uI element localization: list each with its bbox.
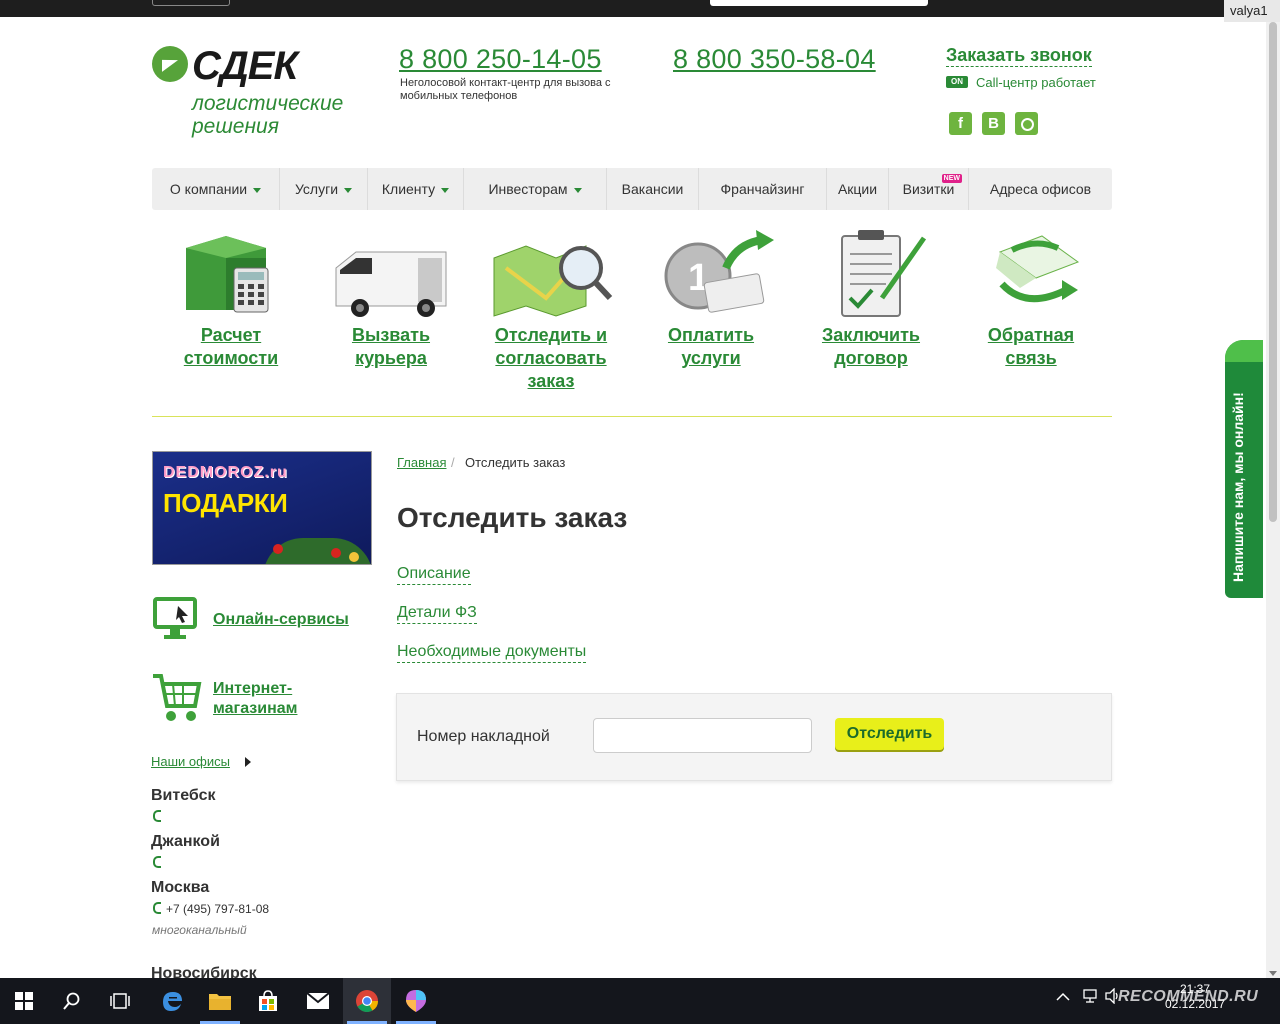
envelope-feedback-icon xyxy=(966,228,1096,318)
service-label[interactable]: Вызвать курьера xyxy=(316,324,466,370)
phone-note: Неголосовой контакт-центр для вызова с м… xyxy=(400,77,611,102)
search-icon[interactable] xyxy=(48,978,96,1024)
city-name: Джанкой xyxy=(151,833,220,850)
logo-brand: СДЕК xyxy=(192,44,298,88)
nav-item-franchise[interactable]: Франчайзинг xyxy=(699,168,827,210)
file-explorer-icon[interactable] xyxy=(196,978,244,1024)
van-icon xyxy=(326,228,456,318)
service-label[interactable]: Обратная связь xyxy=(956,324,1106,370)
banner-site: DEDMOROZ.ru xyxy=(163,464,288,481)
city-phone-note: многоканальный xyxy=(152,923,247,937)
phone-link-1[interactable]: 8 800 250-14-05 xyxy=(399,44,602,75)
service-label[interactable]: Расчет стоимости xyxy=(156,324,306,370)
section-divider xyxy=(152,416,1112,417)
monitor-icon xyxy=(152,596,198,647)
nav-item-cards[interactable]: Визитки NEW xyxy=(889,168,969,210)
service-track[interactable]: Отследить и согласовать заказ xyxy=(476,228,626,393)
instagram-icon[interactable] xyxy=(1015,112,1038,135)
phone-link-2[interactable]: 8 800 350-58-04 xyxy=(673,44,876,75)
mail-icon[interactable] xyxy=(294,978,342,1024)
calculator-box-icon xyxy=(166,228,296,318)
card-payment-icon: 1 xyxy=(646,228,776,318)
phone-icon xyxy=(153,902,161,914)
logo-mark-icon xyxy=(152,46,188,82)
page-title: Отследить заказ xyxy=(397,502,628,533)
nav-item-offices[interactable]: Адреса офисов xyxy=(969,168,1112,210)
service-contract[interactable]: Заключить договор xyxy=(796,228,946,370)
chat-tab-label: Напишите нам, мы онлайн! xyxy=(1230,392,1246,582)
service-calc[interactable]: Расчет стоимости xyxy=(156,228,306,370)
task-view-icon[interactable] xyxy=(96,978,144,1024)
new-badge: NEW xyxy=(941,174,962,183)
facebook-icon[interactable]: f xyxy=(949,112,972,135)
our-offices-link[interactable]: Наши офисы xyxy=(151,754,230,769)
description-link[interactable]: Описание xyxy=(397,564,471,585)
nav-item-client[interactable]: Клиенту xyxy=(368,168,464,210)
chevron-up-icon[interactable] xyxy=(1056,988,1070,1005)
nav-item-about[interactable]: О компании xyxy=(152,168,280,210)
banner-ornament xyxy=(331,548,341,558)
windows-start-icon[interactable] xyxy=(0,978,48,1024)
shopping-cart-icon xyxy=(151,672,203,729)
phone-icon xyxy=(153,810,161,822)
documents-link[interactable]: Необходимые документы xyxy=(397,642,587,663)
browser-tab[interactable] xyxy=(152,0,230,6)
breadcrumb-current: Отследить заказ xyxy=(465,455,566,470)
chat-tab-strip xyxy=(1225,340,1263,362)
service-feedback[interactable]: Обратная связь xyxy=(956,228,1106,370)
nav-item-investors[interactable]: Инвесторам xyxy=(464,168,607,210)
banner-title: ПОДАРКИ xyxy=(163,488,288,518)
service-courier[interactable]: Вызвать курьера xyxy=(316,228,466,370)
callback-link[interactable]: Заказать звонок xyxy=(946,45,1092,67)
banner-ornament xyxy=(349,552,359,562)
breadcrumb-home[interactable]: Главная xyxy=(397,455,446,470)
service-label[interactable]: Отследить и согласовать заказ xyxy=(476,324,626,393)
vk-icon[interactable]: B xyxy=(982,112,1005,135)
track-form: Номер накладной Отследить xyxy=(396,693,1112,781)
breadcrumb-separator: / xyxy=(451,455,455,470)
law-details-link[interactable]: Детали ФЗ xyxy=(397,603,477,624)
city-name: Витебск xyxy=(151,787,216,804)
service-label[interactable]: Оплатить услуги xyxy=(636,324,786,370)
clipboard-contract-icon xyxy=(806,228,936,318)
waybill-label: Номер накладной xyxy=(417,728,550,745)
track-button[interactable]: Отследить xyxy=(835,718,944,750)
map-magnifier-icon xyxy=(486,228,616,318)
city-name: Москва xyxy=(151,879,210,896)
browser-top-strip xyxy=(0,0,1280,17)
chat-tab[interactable]: Напишите нам, мы онлайн! xyxy=(1225,340,1263,598)
scroll-down-icon[interactable] xyxy=(1269,971,1277,976)
nav-item-vacancies[interactable]: Вакансии xyxy=(607,168,699,210)
nav-item-services[interactable]: Услуги xyxy=(280,168,368,210)
caret-down-icon xyxy=(573,187,582,193)
cdek-logo[interactable]: СДЕК логистические решения xyxy=(152,44,352,144)
service-label[interactable]: Заключить договор xyxy=(796,324,946,370)
caret-down-icon xyxy=(441,187,450,193)
paint-3d-icon[interactable] xyxy=(392,978,440,1024)
store-icon[interactable] xyxy=(244,978,292,1024)
system-clock[interactable]: 21:37 02.12.2017 xyxy=(1165,982,1225,1012)
online-services-link[interactable]: Онлайн-сервисы xyxy=(213,610,349,630)
logo-tagline: логистические решения xyxy=(192,92,344,138)
main-nav: О компании Услуги Клиенту Инвесторам Вак… xyxy=(152,168,1112,210)
on-badge: ON xyxy=(946,76,968,88)
browser-user-label[interactable]: valya1 xyxy=(1224,0,1280,22)
scrollbar-thumb[interactable] xyxy=(1269,22,1277,522)
callcenter-status: Call-центр работает xyxy=(976,75,1096,90)
phone-icon xyxy=(153,856,161,868)
arrow-right-icon[interactable] xyxy=(245,757,251,767)
service-pay[interactable]: 1 Оплатить услуги xyxy=(636,228,786,370)
promo-banner[interactable]: DEDMOROZ.ru ПОДАРКИ xyxy=(152,451,372,565)
network-icon[interactable] xyxy=(1082,988,1098,1008)
caret-down-icon xyxy=(344,187,353,193)
edge-icon[interactable] xyxy=(148,978,196,1024)
banner-ornament xyxy=(273,544,283,554)
caret-down-icon xyxy=(253,187,262,193)
chrome-icon[interactable] xyxy=(343,978,391,1024)
waybill-input[interactable] xyxy=(593,718,812,753)
online-shops-link[interactable]: Интернет- магазинам xyxy=(213,679,297,719)
city-phone[interactable]: +7 (495) 797-81-08 xyxy=(166,902,269,916)
address-bar[interactable] xyxy=(710,0,928,6)
nav-item-promo[interactable]: Акции xyxy=(827,168,889,210)
